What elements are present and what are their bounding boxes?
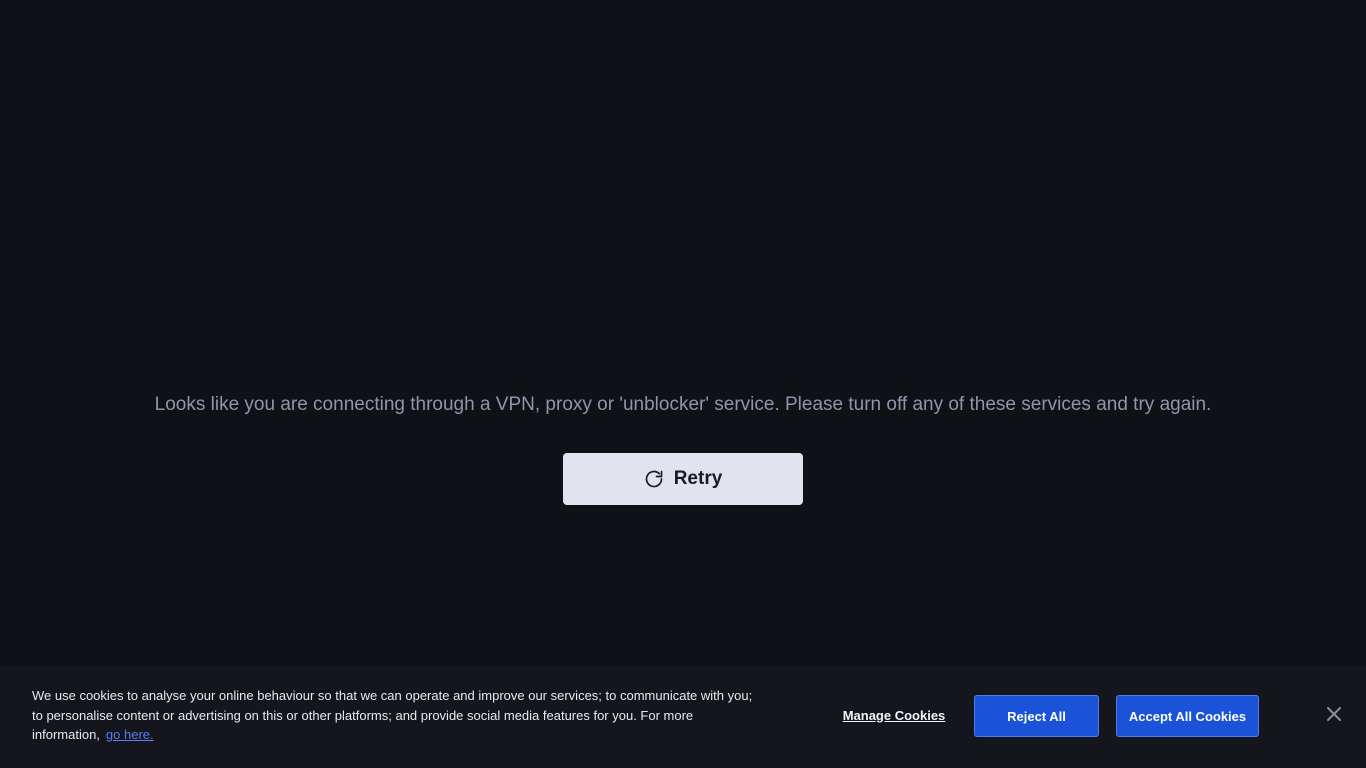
close-banner-button[interactable] xyxy=(1322,703,1346,727)
retry-label: Retry xyxy=(673,468,723,489)
more-info-link[interactable]: go here. xyxy=(106,727,154,742)
vpn-warning-message: Looks like you are connecting through a … xyxy=(154,394,1212,415)
retry-button[interactable]: Retry xyxy=(563,453,803,505)
cookie-banner-text: We use cookies to analyse your online be… xyxy=(32,686,762,745)
accept-all-cookies-button[interactable]: Accept All Cookies xyxy=(1116,695,1259,737)
reject-all-button[interactable]: Reject All xyxy=(974,695,1099,737)
refresh-icon xyxy=(644,469,664,489)
close-icon xyxy=(1327,706,1341,724)
manage-cookies-button[interactable]: Manage Cookies xyxy=(830,702,958,728)
main-content: Looks like you are connecting through a … xyxy=(0,0,1366,666)
